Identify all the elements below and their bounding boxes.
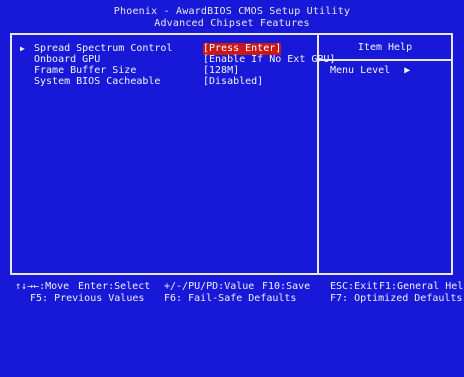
bios-screen: Phoenix - AwardBIOS CMOS Setup Utility A… <box>0 0 464 306</box>
menu-level: Menu Level ▶ <box>330 65 410 77</box>
bios-title-line1: Phoenix - AwardBIOS CMOS Setup Utility <box>113 6 351 17</box>
menu-level-label: Menu Level <box>330 65 391 76</box>
setting-row-system-bios-cacheable[interactable]: System BIOS Cacheable [Disabled] <box>20 76 315 88</box>
page-title: Advanced Chipset Features <box>154 18 310 29</box>
setting-label: System BIOS Cacheable <box>34 76 161 87</box>
menu-level-arrow-icon: ▶ <box>404 65 411 76</box>
help-header-divider <box>319 59 451 61</box>
key-save: F10:Save <box>262 281 311 292</box>
key-previous-values: F5: Previous Values <box>30 293 145 304</box>
panel-divider <box>317 33 319 275</box>
key-general-help: F1:General Help <box>379 281 464 292</box>
footer-key-help-row2: F5: Previous Values F6: Fail-Safe Defaul… <box>0 293 464 353</box>
setting-value[interactable]: [Disabled] <box>203 76 263 88</box>
key-move: ↑↓→←:Move <box>15 281 70 292</box>
key-exit: ESC:Exit <box>330 281 379 292</box>
bios-title: Phoenix - AwardBIOS CMOS Setup Utility A… <box>0 6 464 30</box>
item-help-title: Item Help <box>357 42 413 53</box>
key-value: +/-/PU/PD:Value <box>164 281 255 292</box>
key-optimized-defaults: F7: Optimized Defaults <box>330 293 463 304</box>
key-fail-safe-defaults: F6: Fail-Safe Defaults <box>164 293 297 304</box>
key-select: Enter:Select <box>78 281 151 292</box>
